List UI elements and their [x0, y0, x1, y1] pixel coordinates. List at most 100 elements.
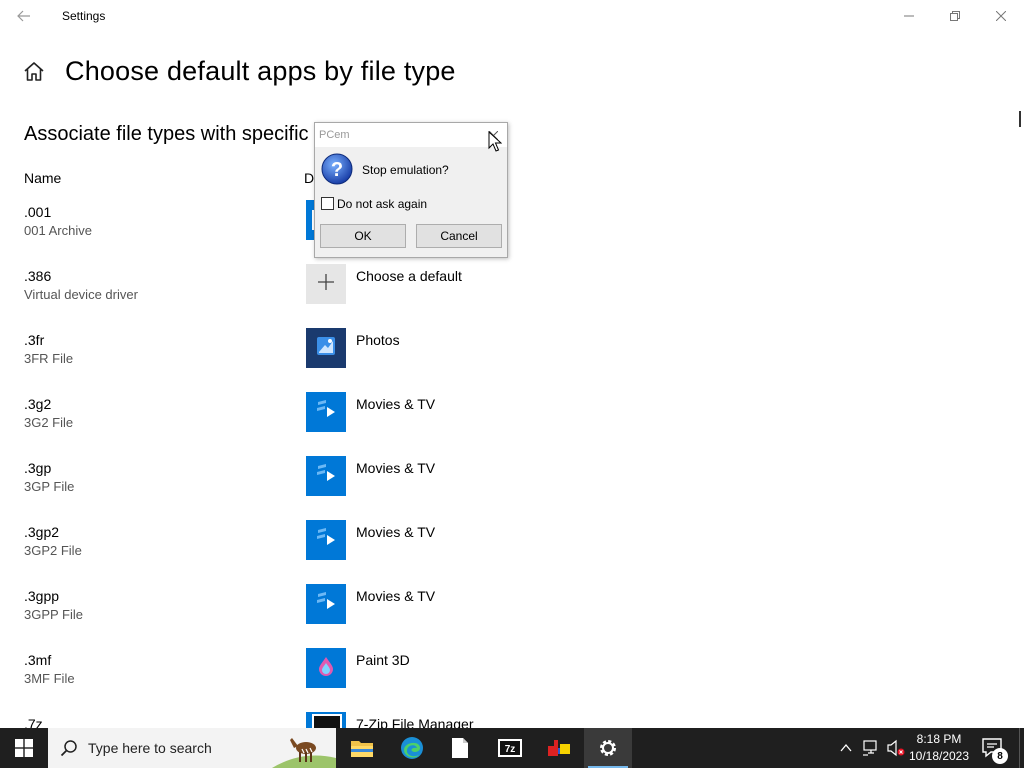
list-item: .386 Virtual device driver Choose a defa…: [0, 264, 1024, 332]
mouse-cursor-icon: [488, 131, 502, 152]
file-extension: .3gpp: [24, 588, 60, 604]
default-app-button[interactable]: [306, 520, 346, 560]
restore-button[interactable]: [932, 0, 978, 32]
system-clock[interactable]: 8:18 PM 10/18/2023: [908, 731, 970, 765]
notification-count-badge: 8: [992, 748, 1008, 764]
settings-icon: [600, 740, 616, 756]
list-item: .3mf 3MF File Paint 3D: [0, 648, 1024, 716]
file-extension: .7z: [24, 716, 43, 728]
file-description: 3GP2 File: [24, 543, 82, 558]
window-title: Settings: [62, 9, 106, 23]
default-app-name[interactable]: Choose a default: [356, 268, 462, 284]
chevron-up-icon[interactable]: [838, 740, 854, 756]
taskbar-notepad[interactable]: [436, 728, 484, 768]
restore-icon: [950, 11, 960, 21]
close-icon: [996, 11, 1006, 21]
default-app-name[interactable]: Movies & TV: [356, 588, 435, 604]
section-title: Associate file types with specific a: [24, 123, 326, 145]
pcem-dialog: PCem ? Stop emulation? Do not ask again …: [314, 122, 508, 258]
page-title: Choose default apps by file type: [65, 56, 456, 86]
default-app-button[interactable]: [306, 712, 346, 728]
list-item: .7z 7-Zip File Manager: [0, 712, 1024, 728]
default-app-button[interactable]: [306, 584, 346, 624]
file-description: 3GPP File: [24, 607, 84, 622]
file-extension: .3fr: [24, 332, 45, 348]
default-app-button[interactable]: [306, 392, 346, 432]
dialog-message: Stop emulation?: [362, 163, 449, 177]
plus-icon: [317, 273, 335, 296]
windows-logo-icon: [15, 739, 33, 757]
network-icon[interactable]: [862, 739, 882, 757]
settings-window: Settings Choose default apps by file typ…: [0, 0, 1024, 728]
movies-tv-icon: [314, 526, 338, 555]
movies-tv-icon: [314, 590, 338, 619]
file-explorer-icon: [351, 741, 373, 757]
file-extension: .3mf: [24, 652, 52, 668]
taskbar-settings[interactable]: [584, 728, 632, 768]
movies-tv-icon: [314, 398, 338, 427]
file-description: 3G2 File: [24, 415, 74, 430]
minimize-button[interactable]: [886, 0, 932, 32]
ok-button[interactable]: OK: [320, 224, 406, 248]
home-icon[interactable]: [22, 60, 46, 84]
column-header-name: Name: [24, 170, 62, 186]
list-item: .3gpp 3GPP File Movies & TV: [0, 584, 1024, 652]
dialog-title: PCem: [319, 129, 350, 141]
start-button[interactable]: [0, 728, 48, 768]
cancel-button[interactable]: Cancel: [416, 224, 502, 248]
file-extension: .386: [24, 268, 52, 284]
close-button[interactable]: [978, 0, 1024, 32]
notepad-icon: [452, 738, 468, 758]
file-description: 001 Archive: [24, 223, 92, 238]
list-item: .3fr 3FR File Photos: [0, 328, 1024, 396]
do-not-ask-checkbox[interactable]: [321, 197, 334, 210]
clock-time: 8:18 PM: [916, 732, 962, 746]
paint-3d-icon: [315, 655, 337, 682]
list-item: .001 001 Archive: [0, 200, 1024, 268]
file-description: Virtual device driver: [24, 287, 138, 302]
default-app-name[interactable]: Movies & TV: [356, 396, 435, 412]
default-app-name[interactable]: Movies & TV: [356, 460, 435, 476]
search-highlight-illustration: [272, 738, 336, 768]
taskbar-file-explorer[interactable]: [338, 728, 386, 768]
title-bar: Settings: [0, 0, 1024, 32]
default-app-button[interactable]: [306, 328, 346, 368]
taskbar-pcem[interactable]: [536, 728, 584, 768]
movies-tv-icon: [314, 462, 338, 491]
default-app-name[interactable]: Photos: [356, 332, 400, 348]
search-placeholder: Type here to search: [88, 740, 212, 756]
column-header-default: D: [304, 170, 315, 186]
dialog-title-bar: PCem: [315, 123, 507, 147]
file-extension: .001: [24, 204, 52, 220]
default-app-name[interactable]: Movies & TV: [356, 524, 435, 540]
list-item: .3gp2 3GP2 File Movies & TV: [0, 520, 1024, 588]
volume-muted-icon[interactable]: [886, 739, 906, 757]
default-app-button[interactable]: [306, 456, 346, 496]
file-description: 3MF File: [24, 671, 75, 686]
taskbar-7zip[interactable]: 7z: [486, 728, 534, 768]
taskbar: Type here to search 7z 8:18 PM 10/18/202…: [0, 728, 1024, 768]
scrollbar-thumb[interactable]: [1019, 111, 1021, 127]
edge-icon: [401, 737, 423, 759]
clock-date: 10/18/2023: [908, 749, 970, 763]
svg-text:?: ?: [331, 159, 343, 181]
default-app-button[interactable]: [306, 648, 346, 688]
7zip-icon: [306, 710, 346, 728]
svg-text:7z: 7z: [505, 744, 516, 755]
show-desktop-button[interactable]: [1019, 728, 1024, 768]
question-icon: ?: [321, 153, 353, 185]
do-not-ask-label[interactable]: Do not ask again: [337, 197, 427, 211]
default-app-name[interactable]: 7-Zip File Manager: [356, 716, 474, 728]
back-button[interactable]: [10, 4, 38, 28]
search-icon: [60, 740, 77, 757]
back-arrow-icon: [17, 10, 30, 22]
file-description: 3FR File: [24, 351, 74, 366]
taskbar-edge[interactable]: [388, 728, 436, 768]
taskbar-search-box[interactable]: Type here to search: [48, 728, 336, 768]
default-app-name[interactable]: Paint 3D: [356, 652, 410, 668]
photos-icon: [315, 335, 337, 362]
pcem-icon: [548, 740, 570, 756]
7zip-icon: 7z: [498, 739, 522, 757]
default-app-button[interactable]: [306, 264, 346, 304]
file-extension: .3gp: [24, 460, 52, 476]
